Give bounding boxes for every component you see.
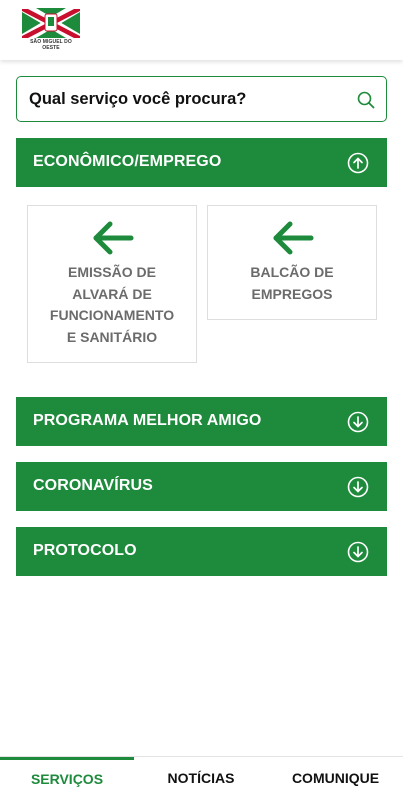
nav-tab-comunique[interactable]: COMUNIQUE: [268, 757, 403, 800]
section-protocolo[interactable]: PROTOCOLO: [16, 527, 387, 576]
section-programa-melhor-amigo[interactable]: PROGRAMA MELHOR AMIGO: [16, 397, 387, 446]
logo-caption: SÃO MIGUEL DO OESTE: [30, 39, 72, 51]
card-label-line: FUNCIONAMENTO: [49, 307, 175, 323]
arrow-left-icon: [93, 221, 134, 255]
section-coronavirus[interactable]: CORONAVÍRUS: [16, 462, 387, 511]
section-label: PROGRAMA MELHOR AMIGO: [33, 412, 262, 429]
card-label-line: EMPREGOS: [251, 285, 333, 302]
search-icon[interactable]: [357, 91, 375, 109]
chevron-down-circle-icon[interactable]: [347, 476, 369, 498]
service-card-alvara[interactable]: EMISSÃO DE ALVARÁ DE FUNCIONAMENTO E SAN…: [27, 205, 197, 363]
bottom-nav: SERVIÇOS NOTÍCIAS COMUNIQUE: [0, 756, 403, 800]
card-label-line: ALVARÁ DE: [72, 285, 152, 302]
card-label-line: BALCÃO DE: [250, 264, 334, 280]
chevron-up-circle-icon[interactable]: [347, 152, 369, 174]
arrow-left-icon: [273, 221, 314, 255]
section-label: ECONÔMICO/EMPREGO: [33, 153, 222, 170]
search-box[interactable]: Qual serviço você procura?: [16, 76, 387, 122]
chevron-down-circle-icon[interactable]: [347, 541, 369, 563]
search-label: Qual serviço você procura?: [29, 90, 247, 108]
app-header: SÃO MIGUEL DO OESTE: [0, 0, 403, 60]
card-label-line: EMISSÃO DE: [68, 264, 156, 280]
chevron-down-circle-icon[interactable]: [347, 411, 369, 433]
section-label: CORONAVÍRUS: [33, 477, 153, 494]
card-label: EMISSÃO DE ALVARÁ DE FUNCIONAMENTO E SAN…: [36, 262, 188, 348]
card-label-line: E SANITÁRIO: [66, 328, 158, 345]
nav-tab-servicos[interactable]: SERVIÇOS: [0, 757, 134, 800]
nav-tab-noticias[interactable]: NOTÍCIAS: [134, 757, 268, 800]
section-economico-emprego[interactable]: ECONÔMICO/EMPREGO: [16, 138, 387, 187]
card-label: BALCÃO DE EMPREGOS: [216, 262, 368, 305]
section-label: PROTOCOLO: [33, 542, 137, 559]
service-card-balcao-empregos[interactable]: BALCÃO DE EMPREGOS: [207, 205, 377, 320]
